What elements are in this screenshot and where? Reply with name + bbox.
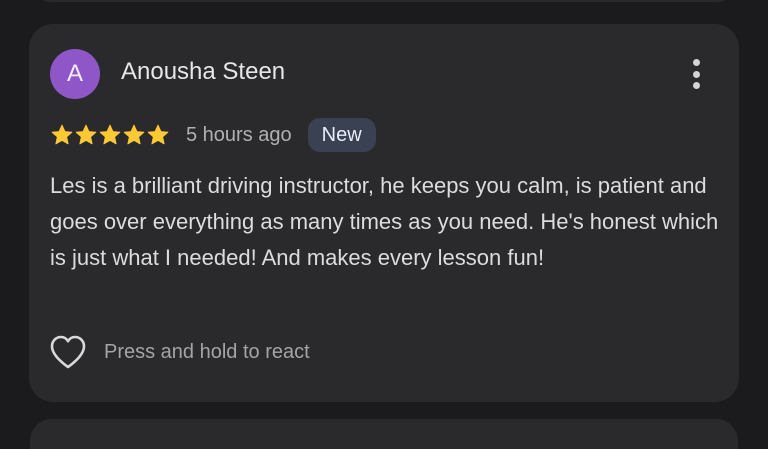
star-icon — [99, 124, 121, 145]
star-rating — [50, 123, 170, 147]
review-text: Les is a brilliant driving instructor, h… — [50, 173, 719, 270]
avatar[interactable]: A — [50, 49, 100, 99]
heart-outline-icon[interactable] — [49, 334, 87, 370]
more-options-button[interactable] — [684, 56, 708, 92]
react-hint: Press and hold to react — [104, 340, 310, 363]
review-time: 5 hours ago — [186, 123, 292, 146]
previous-review-card — [30, 0, 738, 2]
next-review-card — [30, 419, 738, 449]
more-vertical-icon — [692, 59, 700, 66]
reviewer-name[interactable]: Anousha Steen — [121, 57, 285, 87]
react-row[interactable]: Press and hold to react — [49, 333, 310, 371]
star-icon — [75, 124, 97, 145]
new-badge: New — [307, 118, 376, 152]
avatar-initial: A — [66, 60, 83, 87]
star-icon — [123, 124, 145, 145]
star-icon — [147, 124, 169, 145]
review-card: A Anousha Steen 5 hours ago New Les is a… — [29, 24, 739, 402]
rating-row: 5 hours ago New — [50, 117, 376, 153]
star-icon — [51, 124, 73, 145]
